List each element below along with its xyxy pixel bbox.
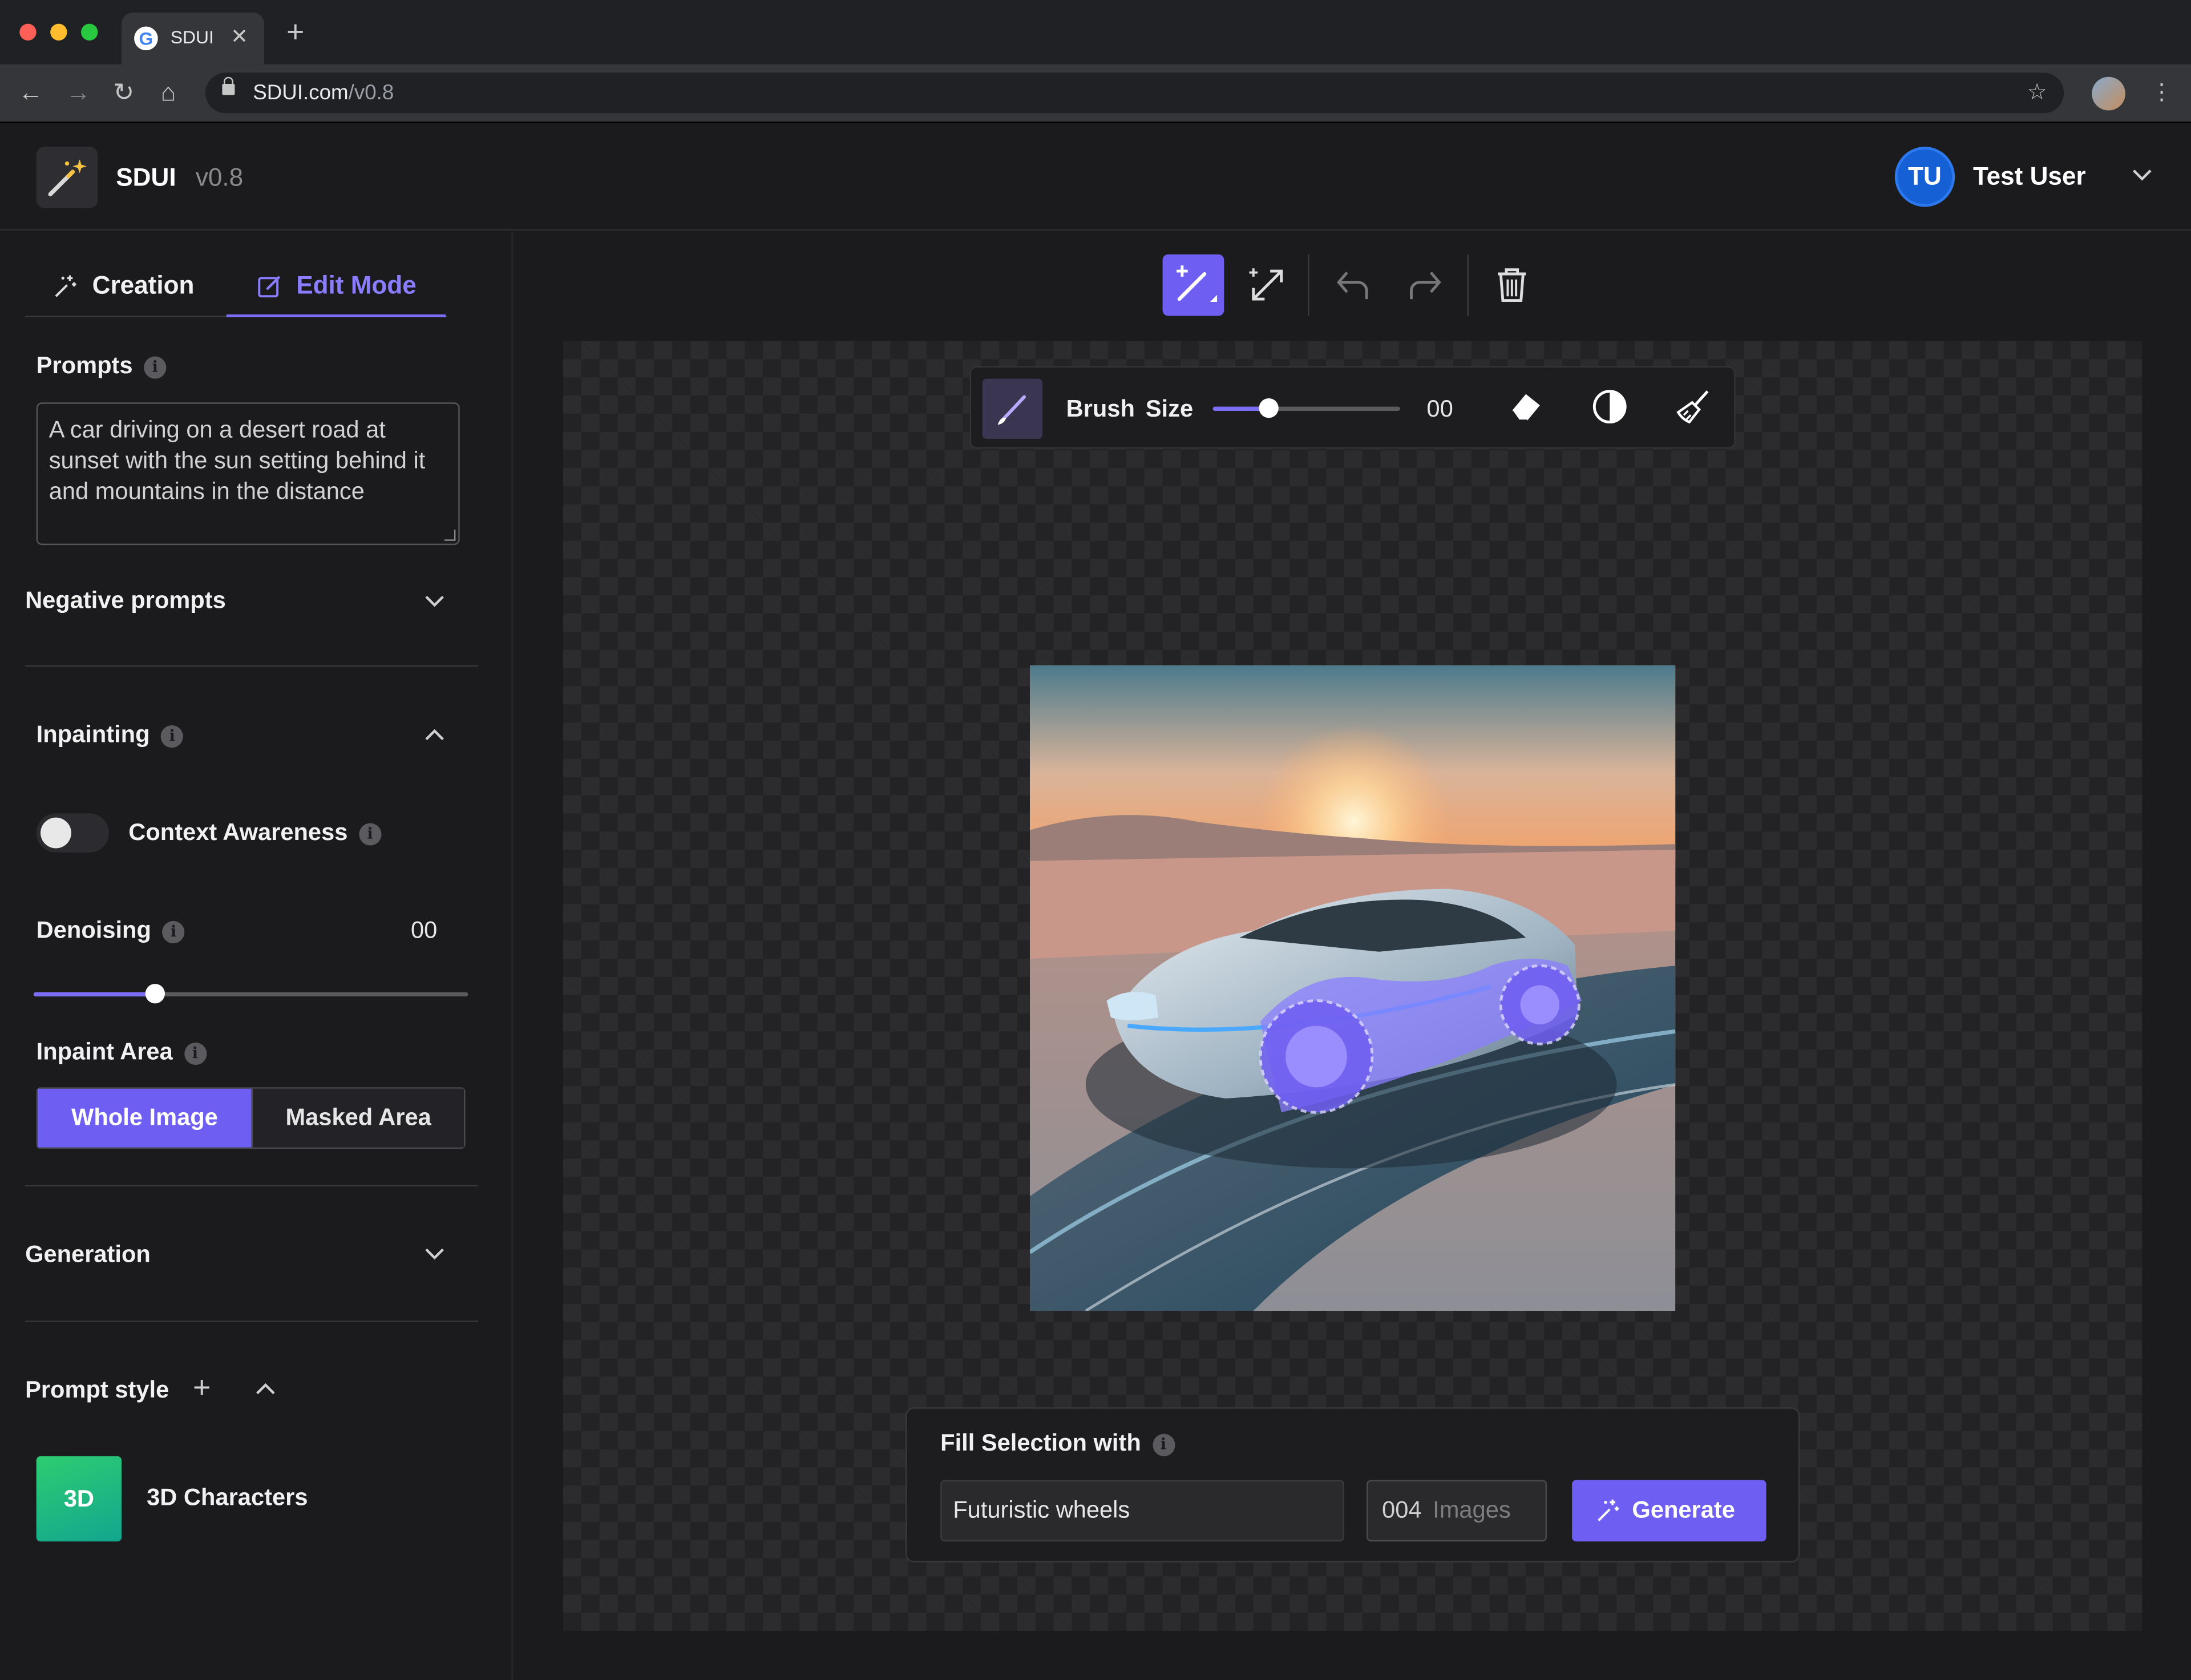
edited-image[interactable] [1029, 665, 1676, 1311]
app-header: SDUI v0.8 TU Test User [0, 123, 2191, 231]
redo-icon[interactable] [1394, 255, 1456, 316]
denoising-slider[interactable] [33, 984, 468, 1004]
maximize-window-button[interactable] [81, 23, 98, 41]
info-icon[interactable]: i [161, 725, 184, 748]
brush-size-slider[interactable] [1212, 398, 1400, 418]
tab-creation[interactable]: Creation [53, 257, 194, 317]
browser-tab[interactable]: G SDUI ✕ [122, 13, 264, 64]
inpaint-area-toggle: Whole Image Masked Area [36, 1087, 466, 1149]
toggle-knob [41, 817, 71, 849]
info-icon[interactable]: i [184, 1042, 207, 1065]
brush-size-value: 00 [1426, 395, 1453, 422]
address-bar[interactable]: SDUI.com/v0.8 ☆ [205, 72, 2064, 114]
masked-area-button[interactable]: Masked Area [251, 1088, 464, 1148]
eraser-icon[interactable] [1506, 387, 1546, 426]
image-count-input[interactable]: 004 Images [1367, 1480, 1547, 1542]
brush-add-icon[interactable] [1162, 254, 1224, 316]
context-awareness-toggle[interactable] [36, 813, 110, 853]
prompts-heading: Prompts i [37, 352, 167, 380]
denoising-value: 00 [411, 916, 438, 944]
contrast-icon[interactable] [1590, 387, 1630, 426]
sparkle-icon [55, 276, 76, 298]
info-icon[interactable]: i [162, 920, 185, 944]
sparkle-icon [1598, 1499, 1619, 1521]
home-icon[interactable]: ⌂ [161, 78, 176, 106]
magic-wand-icon [36, 147, 98, 208]
undo-icon[interactable] [1322, 255, 1384, 316]
tab-close-icon[interactable]: ✕ [231, 24, 248, 49]
inpainting-heading[interactable]: Inpainting i [37, 721, 184, 749]
browser-toolbar: ← → ↻ ⌂ SDUI.com/v0.8 ☆ ⋮ [0, 64, 2191, 123]
back-icon[interactable]: ← [18, 78, 43, 106]
fill-selection-panel: Fill Selection with i Futuristic wheels 0… [905, 1407, 1800, 1562]
expand-icon[interactable] [1236, 255, 1298, 316]
reload-icon[interactable]: ↻ [113, 78, 134, 106]
sidebar: Creation Edit Mode Prompts i A car drivin… [0, 232, 513, 1680]
close-window-button[interactable] [19, 23, 37, 41]
denoising-label: Denoising i [37, 917, 185, 945]
chevron-up-icon[interactable] [253, 1376, 278, 1402]
tab-title: SDUI [170, 26, 214, 48]
info-icon[interactable]: i [1152, 1433, 1175, 1456]
chevron-down-icon[interactable] [2129, 162, 2154, 187]
negative-prompts-heading[interactable]: Negative prompts [25, 587, 226, 615]
add-style-icon[interactable]: + [193, 1372, 211, 1403]
slider-fill [33, 992, 156, 997]
mode-tabs: Creation Edit Mode [25, 257, 447, 317]
toolbar-divider [1308, 254, 1309, 316]
context-awareness-label: Context Awareness i [128, 819, 382, 847]
minimize-window-button[interactable] [50, 23, 67, 41]
toolbar-divider [1467, 254, 1469, 316]
info-icon[interactable]: i [144, 356, 167, 379]
browser-menu-icon[interactable]: ⋮ [2150, 78, 2173, 106]
user-avatar[interactable]: TU [1894, 147, 1955, 207]
brush-icon[interactable] [982, 378, 1042, 439]
browser-profile-avatar[interactable] [2092, 76, 2125, 111]
generate-button[interactable]: Generate [1572, 1480, 1766, 1542]
favicon-icon: G [134, 26, 158, 51]
chevron-up-icon[interactable] [422, 722, 447, 748]
prompt-textarea[interactable]: A car driving on a desert road at sunset… [36, 402, 460, 546]
brush-size-label: Brush Size [1066, 395, 1194, 422]
app-version: v0.8 [195, 163, 244, 192]
user-name[interactable]: Test User [1973, 162, 2086, 191]
edit-icon [258, 276, 281, 298]
browser-tabstrip: G SDUI ✕ + [0, 0, 2191, 64]
new-tab-button[interactable]: + [286, 16, 304, 47]
inpaint-area-label: Inpaint Area i [37, 1039, 207, 1067]
divider [25, 1320, 478, 1322]
url-text: SDUI.com/v0.8 [253, 81, 394, 105]
lock-icon [222, 76, 235, 95]
broom-icon[interactable] [1674, 387, 1713, 426]
chevron-down-icon[interactable] [422, 588, 447, 613]
slider-handle[interactable] [1259, 398, 1279, 418]
slider-handle[interactable] [145, 984, 165, 1004]
app-name: SDUI [116, 163, 176, 192]
trash-icon[interactable] [1481, 255, 1543, 316]
forward-icon[interactable]: → [66, 78, 91, 106]
style-thumbnail[interactable]: 3D [36, 1456, 122, 1542]
chevron-down-icon[interactable] [422, 1241, 447, 1266]
info-icon[interactable]: i [359, 823, 382, 846]
fill-selection-title: Fill Selection with i [940, 1429, 1175, 1457]
brush-panel: Brush Size 00 [969, 366, 1736, 449]
style-name[interactable]: 3D Characters [147, 1484, 308, 1512]
divider [25, 665, 478, 667]
fill-prompt-input[interactable]: Futuristic wheels [940, 1480, 1344, 1542]
tab-edit-mode[interactable]: Edit Mode [226, 257, 446, 317]
bookmark-star-icon[interactable]: ☆ [2027, 78, 2047, 106]
whole-image-button[interactable]: Whole Image [38, 1088, 252, 1148]
resize-grip-icon[interactable] [444, 530, 456, 541]
generation-heading[interactable]: Generation [25, 1241, 151, 1269]
prompt-style-heading: Prompt style [25, 1376, 169, 1403]
divider [25, 1185, 478, 1187]
